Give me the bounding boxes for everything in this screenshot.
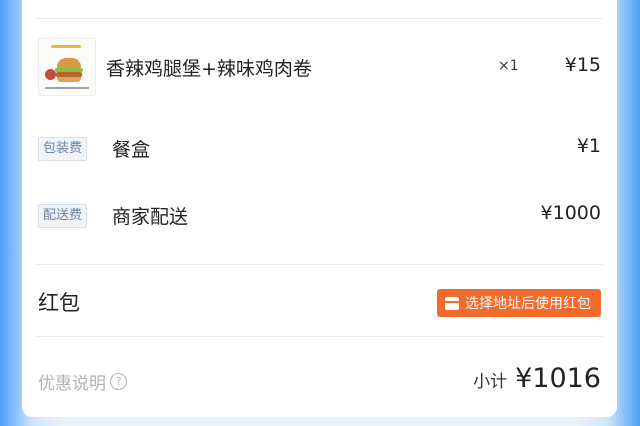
subtotal-label: 小计 <box>473 372 508 392</box>
red-packet-row: 红包 选择地址后使用红包 <box>38 287 601 319</box>
burger-thumbnail-icon <box>38 38 96 96</box>
item-price: ¥15 <box>564 54 601 76</box>
delivery-fee-tag: 配送费 <box>38 204 88 228</box>
delivery-fee-label: 商家配送 <box>112 206 189 228</box>
question-mark-icon[interactable]: ? <box>110 373 127 390</box>
item-name: 香辣鸡腿堡+辣味鸡肉卷 <box>106 58 312 80</box>
promo-info-link[interactable]: 优惠说明 ? <box>38 369 127 394</box>
delivery-fee-row: 配送费 商家配送 ¥1000 <box>38 202 601 230</box>
order-summary-card: 香辣鸡腿堡+辣味鸡肉卷 ×1 ¥15 包装费 餐盒 ¥1 配送费 商家配送 ¥1… <box>22 0 617 417</box>
divider <box>36 18 603 19</box>
red-packet-title: 红包 <box>38 291 80 315</box>
item-quantity: ×1 <box>498 58 519 74</box>
subtotal-value: ¥1016 <box>515 363 601 394</box>
use-red-packet-button[interactable]: 选择地址后使用红包 <box>437 289 601 317</box>
promo-info-label: 优惠说明 <box>38 374 106 394</box>
divider <box>36 264 603 265</box>
red-packet-icon <box>445 296 459 310</box>
order-item-row[interactable]: 香辣鸡腿堡+辣味鸡肉卷 ×1 ¥15 <box>38 38 601 98</box>
use-red-packet-label: 选择地址后使用红包 <box>465 296 591 312</box>
subtotal: 小计 ¥1016 <box>473 363 601 394</box>
delivery-fee-value: ¥1000 <box>540 202 601 224</box>
packaging-fee-label: 餐盒 <box>112 139 151 161</box>
packaging-fee-row: 包装费 餐盒 ¥1 <box>38 135 601 163</box>
footer-row: 优惠说明 ? 小计 ¥1016 <box>38 363 601 399</box>
packaging-fee-tag: 包装费 <box>38 137 88 161</box>
divider <box>36 336 603 337</box>
packaging-fee-value: ¥1 <box>576 135 601 157</box>
